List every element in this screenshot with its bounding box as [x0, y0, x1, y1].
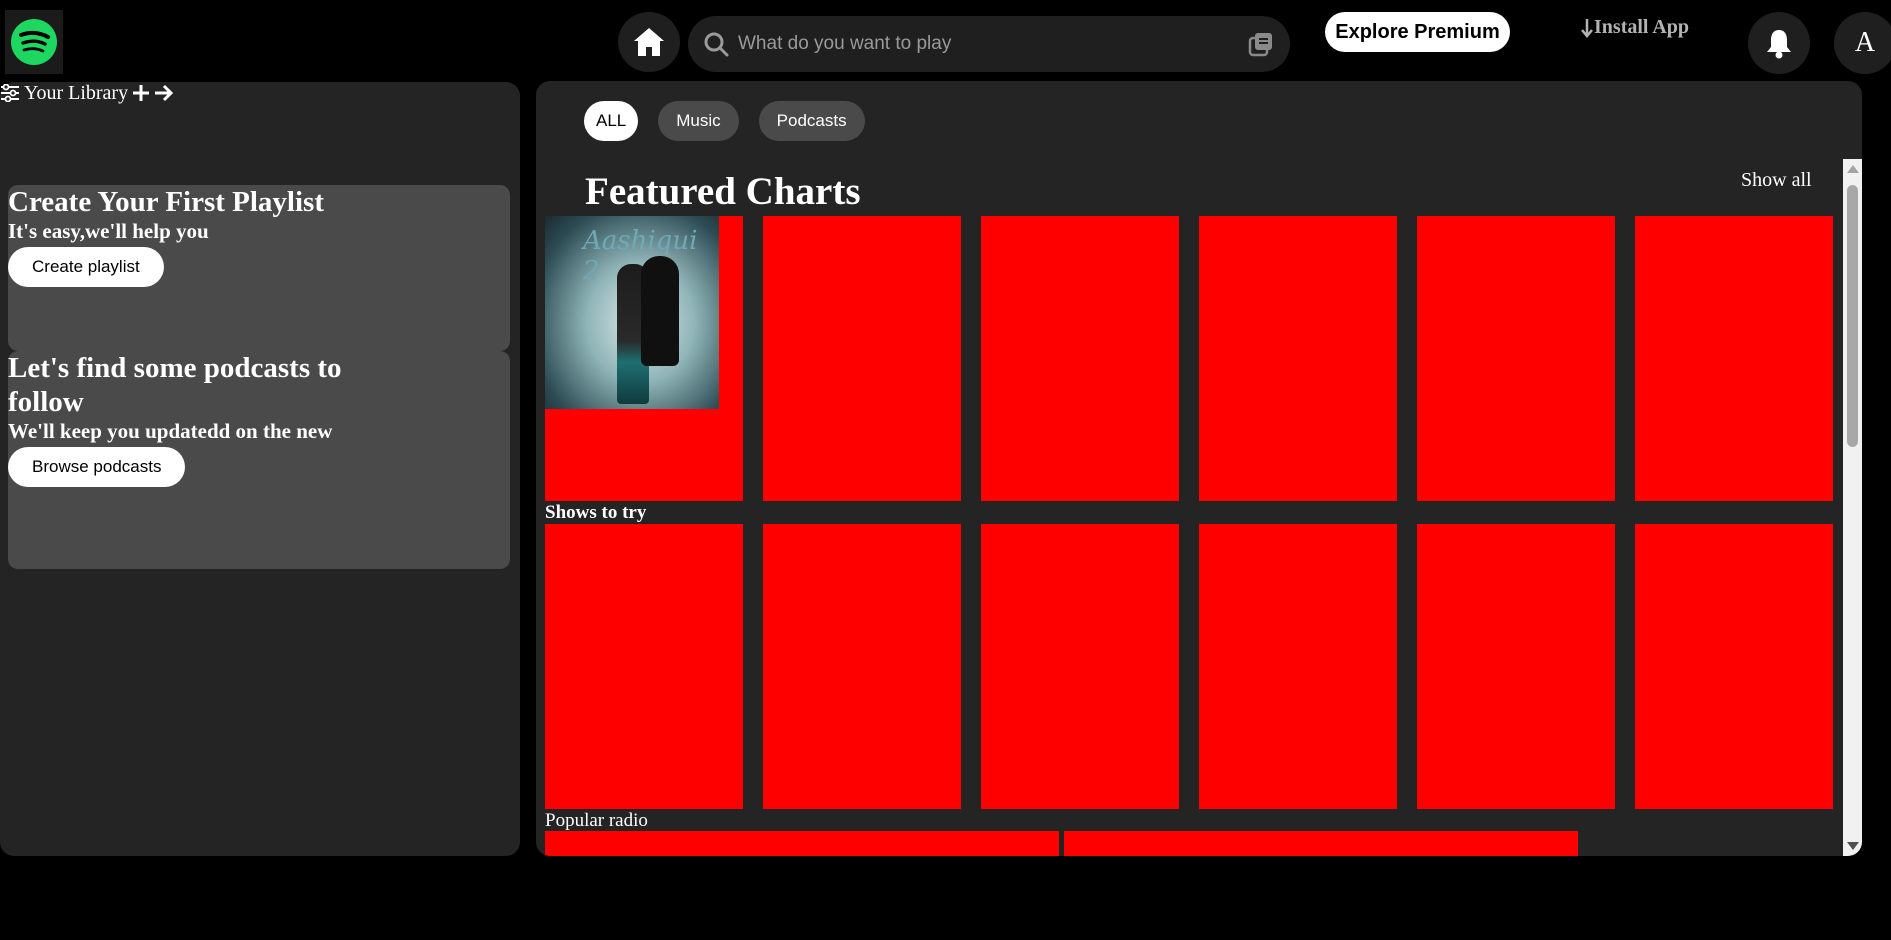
library-sidebar: Your Library Create Your First Playlist …	[0, 82, 520, 856]
spotify-logo-icon	[11, 19, 57, 65]
create-playlist-button[interactable]: Create playlist	[8, 247, 164, 287]
shows-to-try-label: Shows to try	[545, 502, 647, 523]
show-card[interactable]	[1635, 524, 1833, 809]
chart-card[interactable]	[1417, 216, 1615, 501]
show-card[interactable]	[981, 524, 1179, 809]
notifications-button[interactable]	[1748, 12, 1810, 74]
popular-radio-label: Popular radio	[545, 810, 648, 831]
radio-card[interactable]	[545, 831, 1059, 856]
main-content: ALL Music Podcasts Featured Charts Show …	[536, 81, 1862, 856]
home-icon	[634, 28, 664, 56]
install-app-label: Install App	[1594, 16, 1690, 38]
plus-icon[interactable]	[132, 84, 150, 102]
spotify-logo[interactable]	[5, 10, 63, 74]
filter-podcasts[interactable]: Podcasts	[758, 101, 865, 141]
browse-icon[interactable]	[1246, 29, 1276, 59]
chart-card[interactable]	[1635, 216, 1833, 501]
library-title[interactable]: Your Library	[24, 82, 128, 105]
search-icon	[704, 32, 729, 57]
chart-card[interactable]	[1199, 216, 1397, 501]
featured-charts-title: Featured Charts	[585, 170, 861, 213]
browse-podcasts-button[interactable]: Browse podcasts	[8, 447, 186, 487]
scroll-down-icon[interactable]	[1847, 842, 1859, 850]
browse-podcasts-card: Let's find some podcasts to follow We'll…	[8, 351, 510, 569]
search-input[interactable]	[730, 23, 1246, 65]
avatar-letter: A	[1854, 27, 1876, 58]
bell-icon	[1767, 30, 1791, 59]
album-art: Aashiqui 2	[545, 216, 719, 409]
browse-podcasts-title: Let's find some podcasts to follow	[8, 352, 342, 418]
install-app-link[interactable]: Install App	[1580, 16, 1689, 39]
featured-charts-row: Aashiqui 2	[545, 216, 1833, 501]
filter-music[interactable]: Music	[658, 101, 739, 141]
main-scrollbar[interactable]	[1843, 159, 1862, 856]
show-card[interactable]	[1199, 524, 1397, 809]
create-playlist-subtitle: It's easy,we'll help you	[8, 219, 209, 243]
filter-all[interactable]: ALL	[584, 101, 639, 141]
download-icon	[1581, 18, 1593, 38]
radio-card[interactable]	[1064, 831, 1578, 856]
chart-card[interactable]	[981, 216, 1179, 501]
create-playlist-title: Create Your First Playlist	[8, 186, 324, 218]
show-card[interactable]	[1417, 524, 1615, 809]
scroll-thumb[interactable]	[1847, 185, 1858, 447]
chart-card[interactable]	[763, 216, 961, 501]
popular-radio-row	[545, 831, 1578, 856]
show-all-link[interactable]: Show all	[1741, 169, 1812, 192]
show-card[interactable]	[763, 524, 961, 809]
arrow-right-icon[interactable]	[154, 84, 174, 102]
home-button[interactable]	[618, 12, 680, 72]
filter-chips: ALL Music Podcasts	[584, 101, 865, 141]
library-header: Your Library	[0, 82, 174, 104]
library-filter-icon[interactable]	[0, 84, 20, 102]
chart-card[interactable]: Aashiqui 2	[545, 216, 743, 501]
search-bar[interactable]	[688, 16, 1290, 72]
scroll-up-icon[interactable]	[1847, 165, 1859, 173]
create-playlist-card: Create Your First Playlist It's easy,we'…	[8, 185, 510, 351]
show-card[interactable]	[545, 524, 743, 809]
avatar[interactable]: A	[1834, 12, 1891, 74]
explore-premium-button[interactable]: Explore Premium	[1325, 12, 1510, 52]
browse-podcasts-subtitle: We'll keep you updatedd on the new	[8, 419, 333, 443]
shows-row	[545, 524, 1833, 809]
